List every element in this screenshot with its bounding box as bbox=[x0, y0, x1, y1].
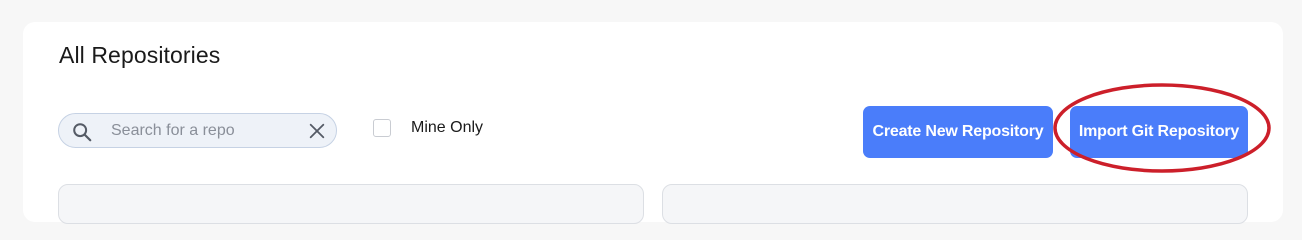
mine-only-filter[interactable]: Mine Only bbox=[373, 119, 483, 137]
mine-only-checkbox[interactable] bbox=[373, 119, 391, 137]
repository-card[interactable] bbox=[58, 184, 644, 224]
repositories-page: All Repositories Mine Only Create New Re… bbox=[0, 0, 1302, 224]
page-title: All Repositories bbox=[59, 42, 221, 68]
repository-card[interactable] bbox=[662, 184, 1248, 224]
close-icon[interactable] bbox=[308, 122, 326, 140]
create-repository-button[interactable]: Create New Repository bbox=[863, 106, 1053, 158]
search-box[interactable] bbox=[58, 113, 337, 148]
search-input[interactable] bbox=[111, 120, 301, 142]
search-icon bbox=[73, 123, 92, 142]
mine-only-label: Mine Only bbox=[411, 119, 484, 136]
import-git-repository-button[interactable]: Import Git Repository bbox=[1070, 106, 1248, 158]
